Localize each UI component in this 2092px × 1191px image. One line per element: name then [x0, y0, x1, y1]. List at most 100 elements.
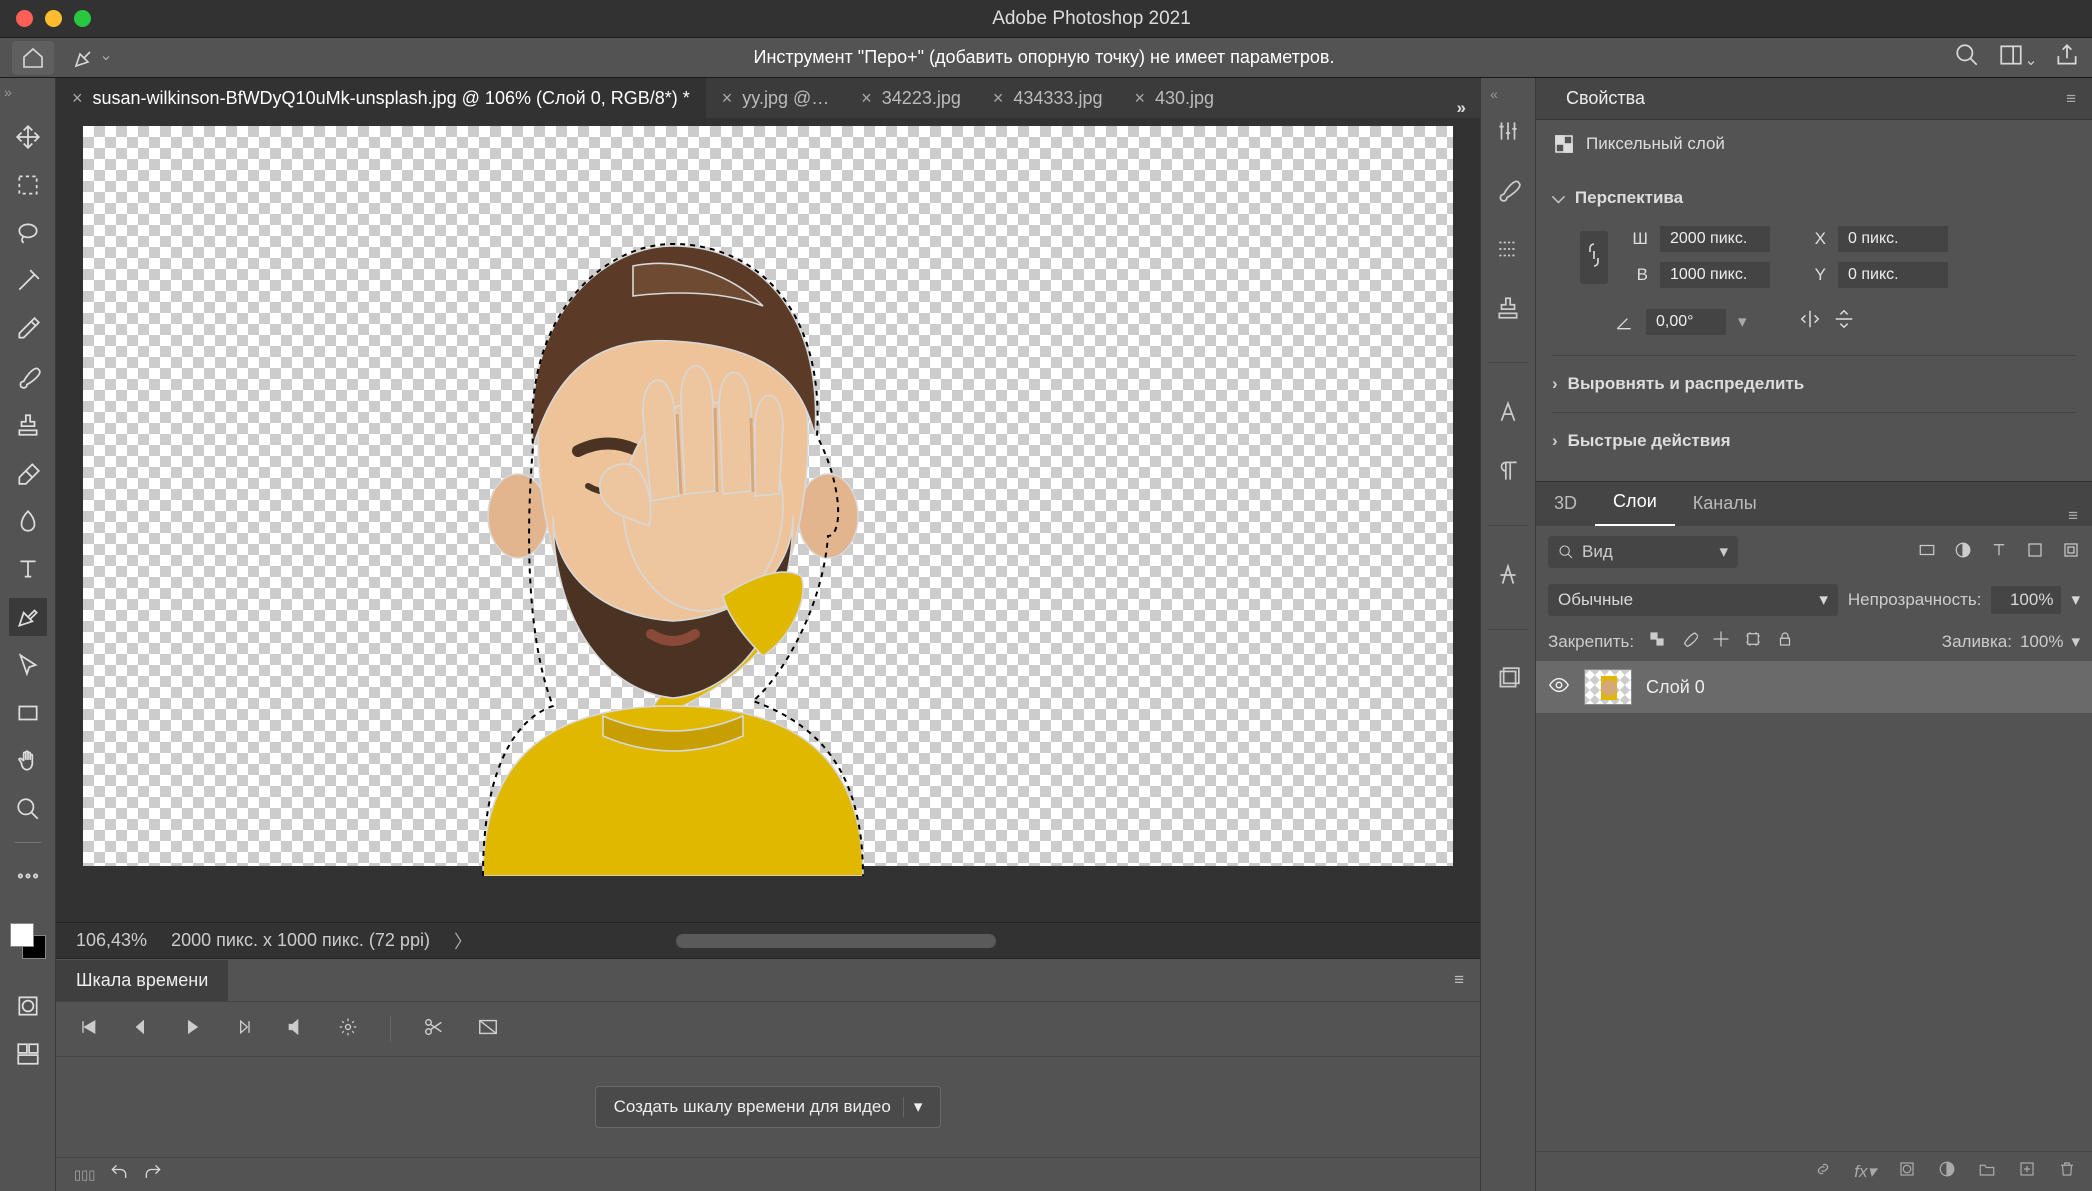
modifier-keys-icon[interactable]	[1495, 562, 1521, 593]
paragraph-icon[interactable]	[1495, 458, 1521, 489]
horizontal-scrollbar[interactable]	[676, 934, 996, 948]
transform-section-header[interactable]: ⌵Перспектива	[1552, 180, 2076, 216]
move-tool[interactable]	[9, 118, 47, 156]
new-layer-icon[interactable]	[2018, 1160, 2036, 1183]
blend-mode-select[interactable]: Обычные▾	[1548, 584, 1838, 616]
align-section-header[interactable]: ›Выровнять и распределить	[1552, 366, 2076, 402]
3d-tab[interactable]: 3D	[1536, 481, 1595, 526]
share-icon[interactable]	[2054, 42, 2080, 73]
angle-field[interactable]: 0,00°	[1646, 309, 1726, 335]
layer-thumbnail[interactable]	[1584, 669, 1632, 705]
foreground-color-swatch[interactable]	[10, 923, 34, 947]
next-frame-icon[interactable]	[234, 1017, 254, 1042]
quick-actions-header[interactable]: ›Быстрые действия	[1552, 423, 2076, 459]
create-timeline-button[interactable]: Создать шкалу времени для видео ▾	[595, 1086, 942, 1128]
x-field[interactable]: 0 пикс.	[1838, 226, 1948, 252]
workspace-icon[interactable]	[1998, 42, 2036, 73]
height-field[interactable]: 1000 пикс.	[1660, 262, 1770, 288]
timeline-tab[interactable]: Шкала времени	[56, 960, 228, 1001]
filter-adjust-icon[interactable]	[1954, 541, 1972, 564]
layers-tab[interactable]: Слои	[1595, 479, 1675, 526]
lock-transparency-icon[interactable]	[1648, 630, 1666, 653]
canvas-area[interactable]	[56, 118, 1480, 922]
prev-frame-icon[interactable]	[130, 1017, 150, 1042]
lock-position-icon[interactable]	[1712, 630, 1730, 653]
quickmask-icon[interactable]	[9, 987, 47, 1025]
panel-handle-icon[interactable]: »	[4, 84, 12, 100]
scissors-icon[interactable]	[423, 1016, 445, 1043]
stamp-tool[interactable]	[9, 406, 47, 444]
delete-icon[interactable]	[2058, 1160, 2076, 1183]
lock-pixels-icon[interactable]	[1680, 630, 1698, 653]
tabs-overflow-icon[interactable]: »	[1443, 98, 1480, 118]
maximize-window-icon[interactable]	[74, 10, 91, 27]
doc-tab-2[interactable]: ×34223.jpg	[845, 78, 977, 118]
pen-tool[interactable]	[9, 598, 47, 636]
eraser-tool[interactable]	[9, 454, 47, 492]
properties-tab[interactable]: Свойства	[1552, 78, 1659, 119]
flip-horizontal-icon[interactable]	[1799, 308, 1821, 335]
libraries-icon[interactable]	[1495, 666, 1521, 697]
color-swatches[interactable]	[10, 923, 46, 959]
edit-toolbar-icon[interactable]	[9, 857, 47, 895]
transition-icon[interactable]	[477, 1016, 499, 1043]
panel-menu-icon[interactable]: ≡	[1438, 970, 1480, 990]
fx-icon[interactable]: fx▾	[1854, 1162, 1876, 1182]
undo-icon[interactable]	[109, 1162, 129, 1187]
filter-pixel-icon[interactable]	[1918, 541, 1936, 564]
eyedropper-tool[interactable]	[9, 310, 47, 348]
link-wh-icon[interactable]	[1580, 231, 1608, 284]
width-field[interactable]: 2000 пикс.	[1660, 226, 1770, 252]
link-layers-icon[interactable]	[1814, 1160, 1832, 1183]
rectangle-tool[interactable]	[9, 694, 47, 732]
mask-icon[interactable]	[1898, 1160, 1916, 1183]
adjustments-icon[interactable]	[1495, 118, 1521, 149]
flip-vertical-icon[interactable]	[1833, 308, 1855, 335]
search-icon[interactable]	[1954, 42, 1980, 73]
panel-handle-icon[interactable]: «	[1490, 86, 1498, 102]
settings-icon[interactable]	[338, 1017, 358, 1042]
panel-menu-icon[interactable]: ≡	[2054, 506, 2092, 526]
redo-icon[interactable]	[143, 1162, 163, 1187]
doc-tab-0[interactable]: ×susan-wilkinson-BfWDyQ10uMk-unsplash.jp…	[56, 78, 706, 118]
first-frame-icon[interactable]	[78, 1017, 98, 1042]
layer-filter-select[interactable]: Вид ▾	[1548, 536, 1738, 568]
lock-all-icon[interactable]	[1776, 630, 1794, 653]
play-icon[interactable]	[182, 1017, 202, 1042]
doc-tab-4[interactable]: ×430.jpg	[1118, 78, 1230, 118]
close-icon[interactable]: ×	[993, 88, 1004, 109]
close-icon[interactable]: ×	[1134, 88, 1145, 109]
path-select-tool[interactable]	[9, 646, 47, 684]
wand-tool[interactable]	[9, 262, 47, 300]
lock-artboard-icon[interactable]	[1744, 630, 1762, 653]
character-icon[interactable]	[1495, 399, 1521, 430]
screenmode-icon[interactable]	[9, 1035, 47, 1073]
zoom-tool[interactable]	[9, 790, 47, 828]
doc-tab-1[interactable]: ×yy.jpg @…	[706, 78, 845, 118]
channels-tab[interactable]: Каналы	[1675, 481, 1775, 526]
group-icon[interactable]	[1978, 1160, 1996, 1183]
filter-shape-icon[interactable]	[2026, 541, 2044, 564]
brush-settings-icon[interactable]	[1495, 236, 1521, 267]
y-field[interactable]: 0 пикс.	[1838, 262, 1948, 288]
close-icon[interactable]: ×	[861, 88, 872, 109]
filter-type-icon[interactable]	[1990, 541, 2008, 564]
home-button[interactable]	[12, 41, 54, 75]
brushes-icon[interactable]	[1495, 177, 1521, 208]
filter-smart-icon[interactable]	[2062, 541, 2080, 564]
hand-tool[interactable]	[9, 742, 47, 780]
frames-indicator-icon[interactable]: ▯▯▯	[74, 1167, 95, 1183]
close-window-icon[interactable]	[16, 10, 33, 27]
clone-source-icon[interactable]	[1495, 295, 1521, 326]
fill-field[interactable]: 100%	[2020, 632, 2063, 652]
adjustment-layer-icon[interactable]	[1938, 1160, 1956, 1183]
visibility-icon[interactable]	[1548, 674, 1570, 701]
angle-dropdown-icon[interactable]: ▾	[1738, 312, 1747, 332]
audio-icon[interactable]	[286, 1017, 306, 1042]
current-tool-indicator[interactable]	[72, 46, 112, 70]
window-controls[interactable]	[0, 10, 91, 27]
layer-row[interactable]: Слой 0	[1536, 661, 2092, 713]
panel-menu-icon[interactable]: ≡	[2066, 89, 2076, 109]
opacity-field[interactable]: 100%	[1991, 586, 2061, 614]
type-tool[interactable]	[9, 550, 47, 588]
